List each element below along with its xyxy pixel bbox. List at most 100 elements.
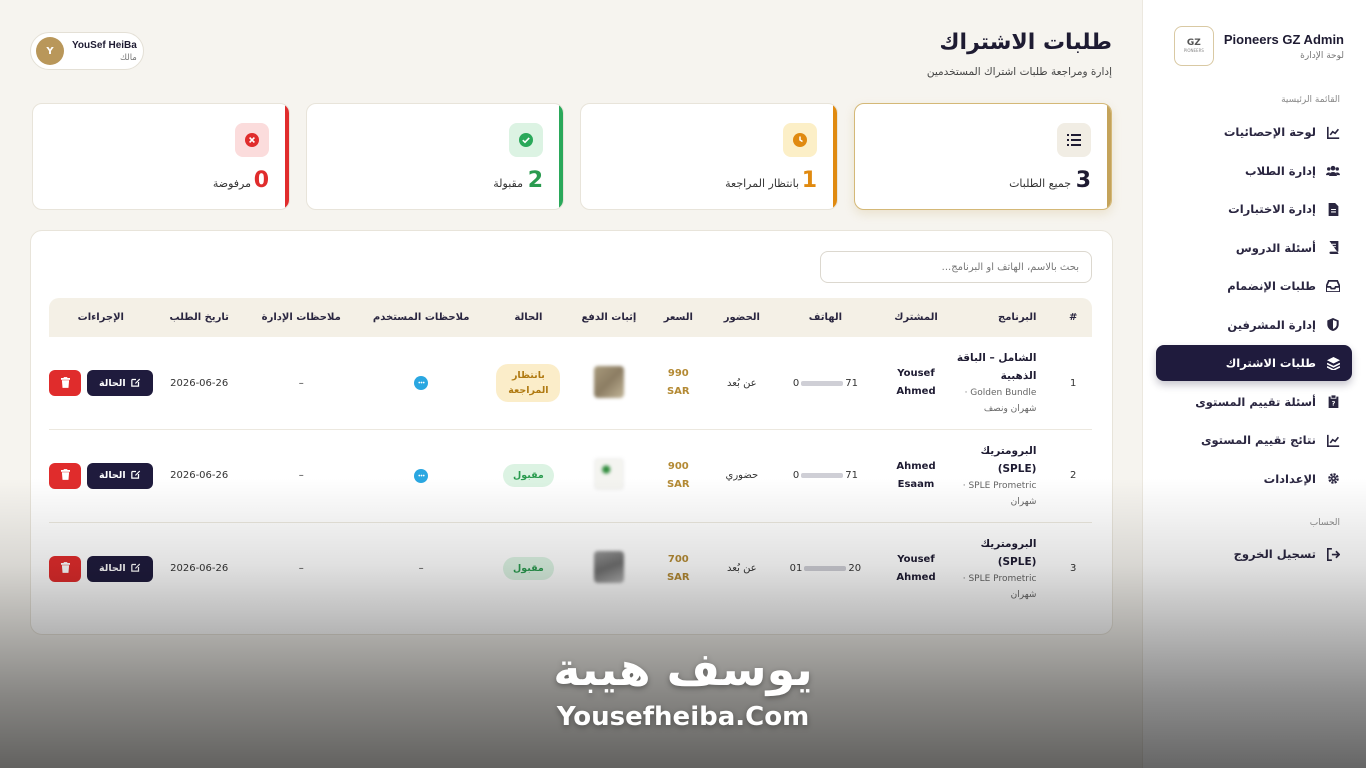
sidebar-item-lesson-questions[interactable]: أسئلة الدروس [1156, 230, 1352, 266]
comment-icon[interactable] [414, 468, 429, 483]
stat-accent [833, 104, 837, 209]
col-header: ملاحظات الإدارة [261, 312, 341, 323]
row-actions: الحالة [49, 462, 153, 489]
stat-card-accepted[interactable]: 2 مقبولة [306, 103, 564, 210]
logout-button[interactable]: تسجيل الخروج [1156, 536, 1352, 572]
users-icon [1326, 164, 1340, 178]
sidebar-item-label: طلبات الإنضمام [1227, 279, 1316, 293]
check-circle-icon [509, 123, 543, 157]
price-currency: SAR [666, 386, 690, 397]
phone-mask [804, 566, 847, 571]
sidebar-item-label: الإعدادات [1263, 471, 1316, 486]
phone-mask [801, 380, 844, 386]
sidebar-item-label: إدارة الاختبارات [1228, 202, 1316, 216]
request-date: 2026-06-26 [170, 377, 229, 389]
brand-logo-small: PIONEERS [1183, 48, 1204, 53]
sidebar-item-exams[interactable]: إدارة الاختبارات [1156, 191, 1352, 227]
user-menu[interactable]: Y YouSef HeiBa مالك [30, 32, 144, 70]
sidebar-item-dashboard[interactable]: لوحة الإحصائيات [1156, 114, 1352, 150]
col-header: الإجراءات [77, 312, 124, 323]
chart-line-icon [1326, 433, 1340, 447]
trash-icon [60, 561, 70, 576]
phone-start: 01 [789, 563, 803, 574]
stat-value: 1 [801, 168, 817, 193]
payment-proof-thumbnail[interactable] [593, 365, 624, 398]
payment-proof-thumbnail[interactable] [593, 551, 624, 583]
user-note: – [418, 563, 424, 574]
col-header: السعر [663, 312, 693, 323]
trash-icon [60, 376, 70, 391]
col-header: إثبات الدفع [581, 312, 637, 323]
comment-icon[interactable] [414, 376, 429, 390]
stat-card-all[interactable]: 3 جميع الطلبات [854, 103, 1112, 210]
stat-card-pending[interactable]: 1 بانتظار المراجعة [580, 103, 838, 210]
payment-proof-thumbnail[interactable] [593, 458, 624, 491]
list-icon [1057, 123, 1091, 157]
col-header: # [1069, 312, 1078, 323]
program-title: الشامل – الباقة الذهبية [956, 352, 1037, 382]
attendance: عن بُعد [727, 563, 757, 574]
sidebar-item-label: نتائج تقييم المستوى [1200, 433, 1316, 447]
change-status-button[interactable]: الحالة [87, 555, 153, 582]
sidebar-item-subscription-requests[interactable]: طلبات الاشتراك [1156, 345, 1352, 381]
phone-number: 01 20 [790, 563, 861, 574]
change-status-button[interactable]: الحالة [87, 370, 153, 396]
program-meta: SPLE Prometric · شهران [962, 480, 1037, 507]
phone-mask [801, 473, 844, 479]
sidebar-item-label: طلبات الاشتراك [1225, 356, 1316, 370]
stat-accent [559, 104, 563, 209]
stat-label: بانتظار المراجعة [725, 177, 799, 190]
col-header: ملاحظات المستخدم [372, 312, 470, 323]
attendance: حضوري [725, 470, 759, 482]
stat-label: مرفوضة [212, 177, 251, 190]
change-status-button[interactable]: الحالة [87, 462, 153, 489]
sidebar-item-settings[interactable]: الإعدادات [1156, 461, 1352, 497]
price-value: 900 [667, 460, 689, 472]
stat-accent [1107, 104, 1111, 209]
change-status-label: الحالة [99, 563, 126, 574]
delete-button[interactable] [49, 370, 82, 396]
sidebar-item-label: إدارة المشرفين [1227, 317, 1316, 332]
request-date: 2026-06-26 [170, 470, 229, 482]
layers-icon [1326, 356, 1340, 370]
row-number: 1 [1070, 377, 1077, 389]
subscriber-name: Ahmed Esaam [896, 460, 936, 490]
col-header: الهاتف [808, 312, 842, 323]
status-badge: مقبول [503, 557, 554, 580]
row-actions: الحالة [49, 370, 153, 396]
sidebar-item-supervisors[interactable]: إدارة المشرفين [1156, 307, 1352, 343]
brand-subtitle: لوحة الإدارة [1300, 50, 1344, 61]
phone-end: 71 [845, 470, 858, 482]
sidebar-item-level-questions[interactable]: ? أسئلة تقييم المستوى [1156, 384, 1352, 420]
sidebar-item-level-results[interactable]: نتائج تقييم المستوى [1156, 422, 1352, 458]
chart-line-icon [1326, 125, 1340, 139]
requests-panel: # البرنامج المشترك الهاتف الحضور السعر إ… [30, 230, 1113, 635]
stat-label: جميع الطلبات [1009, 177, 1071, 190]
brand-logo-text: GZ [1186, 38, 1201, 48]
col-header: الحالة [514, 312, 543, 323]
sidebar-item-label: إدارة الطلاب [1245, 163, 1316, 178]
file-icon [1326, 202, 1340, 216]
brand: Pioneers GZ Admin لوحة الإدارة GZ PIONEE… [1173, 26, 1344, 66]
attendance: عن بُعد [727, 377, 757, 389]
sidebar-nav: لوحة الإحصائيات إدارة الطلاب إدارة الاخت… [1156, 114, 1352, 499]
col-header: البرنامج [998, 312, 1037, 323]
phone-end: 71 [845, 377, 858, 389]
program-meta: Golden Bundle · شهران ونصف [964, 388, 1037, 414]
col-header: المشترك [894, 312, 938, 323]
delete-button[interactable] [49, 555, 82, 582]
book-icon [1326, 241, 1340, 255]
sidebar-item-join-requests[interactable]: طلبات الإنضمام [1156, 268, 1352, 304]
search-input[interactable] [820, 251, 1092, 283]
clock-icon [783, 123, 817, 157]
requests-table: # البرنامج المشترك الهاتف الحضور السعر إ… [49, 298, 1092, 615]
program-title: البرومتريك (SPLE) [980, 537, 1037, 568]
gear-icon [1326, 472, 1340, 486]
status-badge: بانتظار المراجعة [496, 364, 561, 402]
stat-card-rejected[interactable]: 0 مرفوضة [32, 103, 290, 210]
sidebar-item-students[interactable]: إدارة الطلاب [1156, 153, 1352, 189]
phone-start: 0 [792, 470, 800, 482]
delete-button[interactable] [49, 462, 82, 489]
sidebar: Pioneers GZ Admin لوحة الإدارة GZ PIONEE… [1142, 0, 1366, 768]
sidebar-item-label: أسئلة الدروس [1235, 240, 1316, 255]
